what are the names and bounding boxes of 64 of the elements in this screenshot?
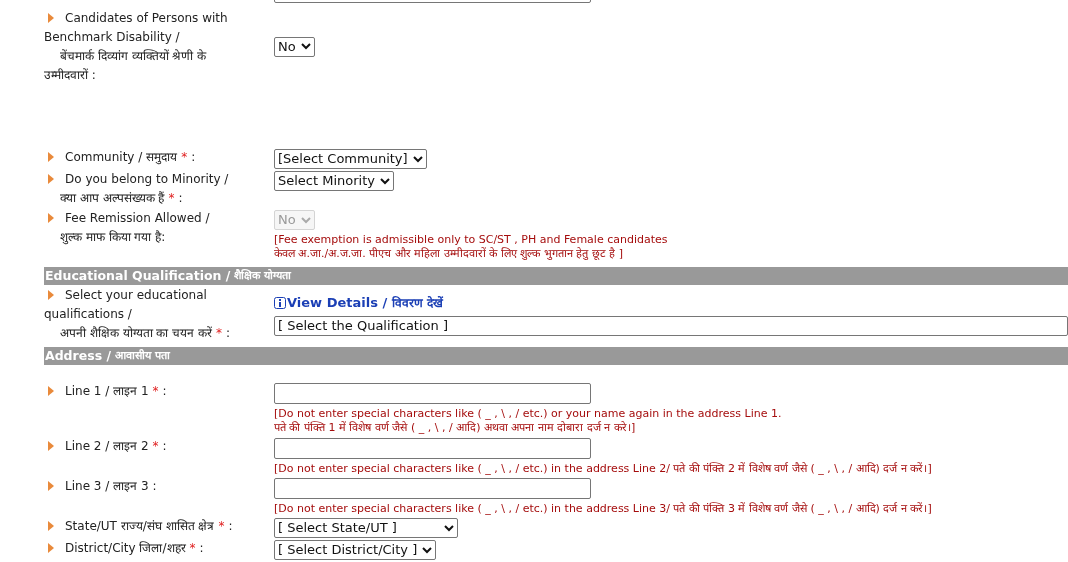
field-label: Line 1 / लाइन 1 <box>65 383 149 399</box>
dropdown-select[interactable]: No <box>274 36 315 57</box>
arrow-bullet-icon <box>48 152 54 162</box>
chevron-down-icon <box>300 216 311 224</box>
field-label: qualifications / <box>44 306 132 322</box>
arrow-bullet-icon <box>48 481 54 491</box>
view-details-link[interactable]: View Details / विवरण देखें <box>274 293 1068 313</box>
required-mark: * <box>181 149 188 165</box>
dropdown-select[interactable]: [ Select State/UT ] <box>274 518 458 538</box>
dropdown-select[interactable]: [ Select the Qualification ] <box>274 315 1068 336</box>
dropdown-select[interactable]: [Select Community] <box>274 149 427 169</box>
label-colon: : <box>178 190 183 206</box>
field-label: Select your educational <box>65 287 207 303</box>
field-label: Line 2 / लाइन 2 <box>65 438 149 454</box>
arrow-bullet-icon <box>48 521 54 531</box>
field-label: शुल्क माफ किया गया है: <box>60 229 166 245</box>
arrow-bullet-icon <box>48 174 54 184</box>
section-header: Educational Qualification / शैक्षिक योग्यता <box>44 267 1068 285</box>
field-label: क्या आप अल्पसंख्यक हैं <box>60 190 165 206</box>
text-input[interactable] <box>274 478 591 499</box>
label-colon: : <box>199 540 204 556</box>
chevron-down-icon <box>422 546 433 554</box>
field-label: Benchmark Disability / <box>44 29 180 45</box>
label-colon: : <box>191 149 196 165</box>
field-label: Line 3 / लाइन 3 : <box>65 478 157 494</box>
label-colon: : <box>228 518 233 534</box>
label-colon: : <box>162 383 167 399</box>
hint-text: [Do not enter special characters like ( _ , \ , / etc.) in the address Line 3/ पते की पंक्ति 3 में विशेष वर्ण जैसे ( _ , \ , / आदि) दर्ज न करें।] <box>274 502 932 516</box>
field-label: Fee Remission Allowed / <box>65 210 210 226</box>
text-input[interactable] <box>274 438 591 459</box>
dropdown-select[interactable]: [ Select District/City ] <box>274 540 437 560</box>
arrow-bullet-icon <box>48 441 54 451</box>
hint-text: [Fee exemption is admissible only to SC/ST , PH and Female candidates केवल अ.जा./अ.ज.जा. पीएच और महिला उम्मीदवारों के लिए शुल्क भुगतान हेतु छूट है ] <box>274 233 668 261</box>
required-mark: * <box>216 325 223 341</box>
hint-text: [Do not enter special characters like ( _ , \ , / etc.) in the address Line 2/ पते की पंक्ति 2 में विशेष वर्ण जैसे ( _ , \ , / आदि) दर्ज न करें।] <box>274 462 932 476</box>
chevron-down-icon <box>412 155 423 163</box>
required-mark: * <box>218 518 225 534</box>
field-label: बेंचमार्क दिव्यांग व्यक्तियों श्रेणी के <box>60 48 207 64</box>
chevron-down-icon <box>380 177 390 185</box>
arrow-bullet-icon <box>48 386 54 396</box>
field-label: District/City जिला/शहर <box>65 540 186 556</box>
required-mark: * <box>152 383 159 399</box>
label-colon: : <box>162 438 167 454</box>
field-label: Do you belong to Minority / <box>65 171 229 187</box>
label-colon: : <box>226 325 231 341</box>
required-mark: * <box>168 190 175 206</box>
required-mark: * <box>152 438 159 454</box>
arrow-bullet-icon <box>48 13 54 23</box>
arrow-bullet-icon <box>48 290 54 300</box>
required-mark: * <box>189 540 196 556</box>
info-icon <box>274 296 286 309</box>
field-label: उम्मीदवारों : <box>44 67 96 83</box>
arrow-bullet-icon <box>48 213 54 223</box>
chevron-down-icon <box>300 43 311 50</box>
field-label: Candidates of Persons with <box>65 10 228 26</box>
chevron-down-icon <box>444 524 454 532</box>
hint-text: [Do not enter special characters like ( _ , \ , / etc.) or your name again in the address Line 1. पते की पंक्ति 1 में विशेष वर्ण जैसे ( _ , \ , / आदि) अथवा अपना नाम दोबारा दर्ज न करे।] <box>274 407 782 435</box>
field-label: Community / समुदाय <box>65 149 178 165</box>
arrow-bullet-icon <box>48 543 54 553</box>
field-label: अपनी शैक्षिक योग्यता का चयन करें <box>60 325 213 341</box>
section-header: Address / आवासीय पता <box>44 347 1068 365</box>
field-label: State/UT राज्य/संघ शासित क्षेत्र <box>65 518 215 534</box>
dropdown-select[interactable]: Select Minority <box>274 171 394 191</box>
text-input[interactable] <box>274 383 591 404</box>
